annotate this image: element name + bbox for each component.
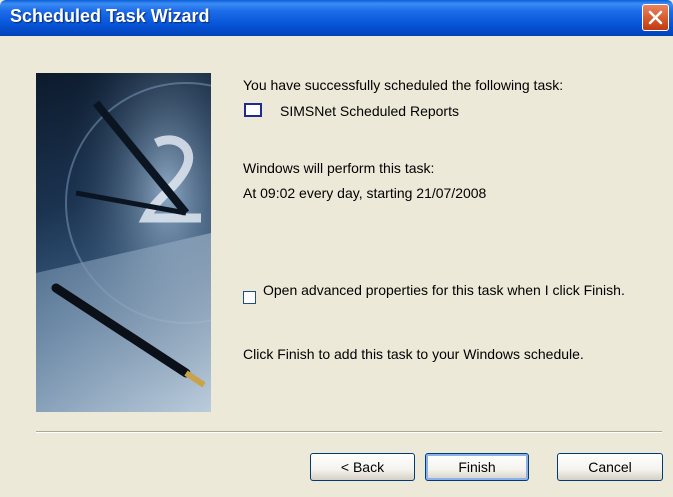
task-window-icon bbox=[244, 103, 262, 117]
wizard-window: Scheduled Task Wizard You have successfu… bbox=[0, 0, 673, 497]
wizard-side-image bbox=[36, 73, 211, 412]
schedule-description: At 09:02 every day, starting 21/07/2008 bbox=[243, 185, 487, 201]
finish-button[interactable]: Finish bbox=[425, 453, 529, 481]
title-bar[interactable]: Scheduled Task Wizard bbox=[0, 0, 673, 36]
separator bbox=[36, 431, 662, 433]
back-button[interactable]: < Back bbox=[310, 453, 415, 481]
advanced-properties-checkbox[interactable] bbox=[243, 291, 256, 304]
close-button[interactable] bbox=[642, 4, 669, 31]
window-title: Scheduled Task Wizard bbox=[10, 6, 210, 26]
advanced-properties-label[interactable]: Open advanced properties for this task w… bbox=[263, 282, 643, 299]
close-x-icon bbox=[648, 10, 663, 25]
success-message: You have successfully scheduled the foll… bbox=[243, 77, 564, 93]
perform-heading: Windows will perform this task: bbox=[243, 160, 435, 176]
clock-pen-illustration bbox=[36, 73, 211, 412]
task-name: SIMSNet Scheduled Reports bbox=[280, 103, 459, 119]
cancel-button[interactable]: Cancel bbox=[557, 453, 663, 481]
finish-instruction: Click Finish to add this task to your Wi… bbox=[243, 346, 584, 362]
